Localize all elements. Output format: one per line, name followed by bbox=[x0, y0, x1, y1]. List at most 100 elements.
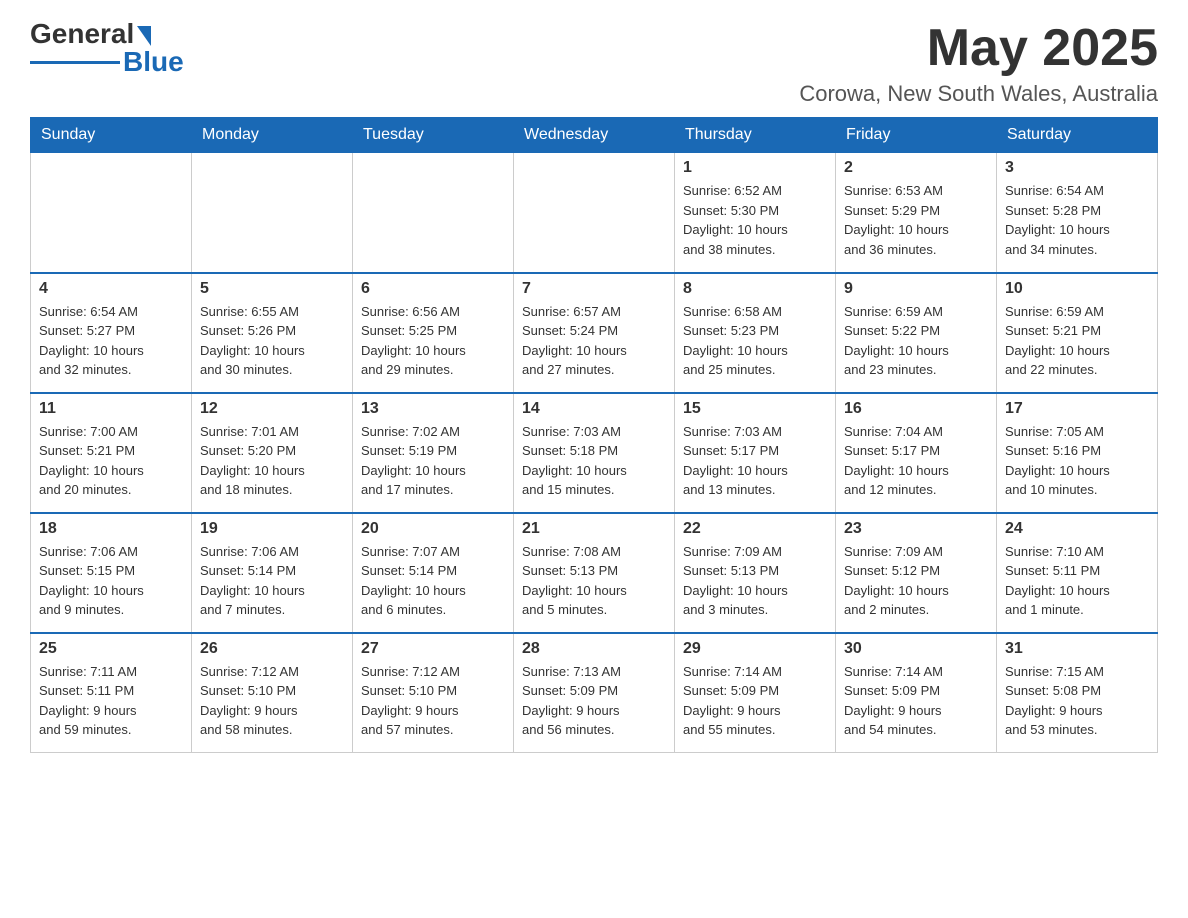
calendar-cell: 20 Sunrise: 7:07 AM Sunset: 5:14 PM Dayli… bbox=[353, 513, 514, 633]
day-number: 11 bbox=[39, 400, 183, 418]
week-row-2: 4Sunrise: 6:54 AM Sunset: 5:27 PM Daylig… bbox=[31, 273, 1158, 393]
day-number: 16 bbox=[844, 400, 988, 418]
day-info: Sunrise: 7:09 AM Sunset: 5:12 PM Dayligh… bbox=[844, 542, 988, 620]
day-info: Sunrise: 7:11 AM Sunset: 5:11 PM Dayligh… bbox=[39, 662, 183, 740]
day-info: Sunrise: 7:14 AM Sunset: 5:09 PM Dayligh… bbox=[683, 662, 827, 740]
calendar-cell bbox=[192, 153, 353, 273]
day-number: 5 bbox=[200, 280, 344, 298]
day-number: 19 bbox=[200, 520, 344, 538]
month-title: May 2025 bbox=[799, 20, 1158, 77]
day-info: Sunrise: 7:06 AM Sunset: 5:14 PM Dayligh… bbox=[200, 542, 344, 620]
day-info: Sunrise: 7:09 AM Sunset: 5:13 PM Dayligh… bbox=[683, 542, 827, 620]
calendar-header-row: SundayMondayTuesdayWednesdayThursdayFrid… bbox=[31, 118, 1158, 153]
day-info: Sunrise: 6:58 AM Sunset: 5:23 PM Dayligh… bbox=[683, 302, 827, 380]
calendar-cell: 4Sunrise: 6:54 AM Sunset: 5:27 PM Daylig… bbox=[31, 273, 192, 393]
calendar-cell: 23 Sunrise: 7:09 AM Sunset: 5:12 PM Dayli… bbox=[836, 513, 997, 633]
day-info: Sunrise: 7:13 AM Sunset: 5:09 PM Dayligh… bbox=[522, 662, 666, 740]
logo-text: General bbox=[30, 20, 151, 48]
calendar-cell: 22 Sunrise: 7:09 AM Sunset: 5:13 PM Dayli… bbox=[675, 513, 836, 633]
calendar-cell: 1 Sunrise: 6:52 AM Sunset: 5:30 PM Daylig… bbox=[675, 153, 836, 273]
day-number: 31 bbox=[1005, 640, 1149, 658]
day-number: 27 bbox=[361, 640, 505, 658]
calendar-cell: 19 Sunrise: 7:06 AM Sunset: 5:14 PM Dayli… bbox=[192, 513, 353, 633]
column-header-wednesday: Wednesday bbox=[514, 118, 675, 153]
day-number: 6 bbox=[361, 280, 505, 298]
day-number: 15 bbox=[683, 400, 827, 418]
week-row-5: 25 Sunrise: 7:11 AM Sunset: 5:11 PM Dayli… bbox=[31, 633, 1158, 753]
calendar-cell: 31 Sunrise: 7:15 AM Sunset: 5:08 PM Dayli… bbox=[997, 633, 1158, 753]
calendar-cell: 3 Sunrise: 6:54 AM Sunset: 5:28 PM Daylig… bbox=[997, 153, 1158, 273]
column-header-tuesday: Tuesday bbox=[353, 118, 514, 153]
calendar-cell: 29 Sunrise: 7:14 AM Sunset: 5:09 PM Dayli… bbox=[675, 633, 836, 753]
day-info: Sunrise: 6:59 AM Sunset: 5:22 PM Dayligh… bbox=[844, 302, 988, 380]
day-info: Sunrise: 7:03 AM Sunset: 5:17 PM Dayligh… bbox=[683, 422, 827, 500]
logo-blue: Blue bbox=[123, 46, 184, 78]
calendar-cell bbox=[31, 153, 192, 273]
calendar-cell: 27 Sunrise: 7:12 AM Sunset: 5:10 PM Dayli… bbox=[353, 633, 514, 753]
day-info: Sunrise: 6:52 AM Sunset: 5:30 PM Dayligh… bbox=[683, 181, 827, 259]
day-info: Sunrise: 7:04 AM Sunset: 5:17 PM Dayligh… bbox=[844, 422, 988, 500]
calendar-cell: 28 Sunrise: 7:13 AM Sunset: 5:09 PM Dayli… bbox=[514, 633, 675, 753]
page-header: General Blue May 2025 Corowa, New South … bbox=[30, 20, 1158, 107]
day-number: 21 bbox=[522, 520, 666, 538]
day-number: 9 bbox=[844, 280, 988, 298]
week-row-4: 18Sunrise: 7:06 AM Sunset: 5:15 PM Dayli… bbox=[31, 513, 1158, 633]
day-number: 8 bbox=[683, 280, 827, 298]
column-header-thursday: Thursday bbox=[675, 118, 836, 153]
day-number: 1 bbox=[683, 159, 827, 177]
calendar-cell: 13 Sunrise: 7:02 AM Sunset: 5:19 PM Dayli… bbox=[353, 393, 514, 513]
day-info: Sunrise: 6:54 AM Sunset: 5:28 PM Dayligh… bbox=[1005, 181, 1149, 259]
calendar-cell: 25 Sunrise: 7:11 AM Sunset: 5:11 PM Dayli… bbox=[31, 633, 192, 753]
calendar-table: SundayMondayTuesdayWednesdayThursdayFrid… bbox=[30, 117, 1158, 753]
calendar-cell: 11 Sunrise: 7:00 AM Sunset: 5:21 PM Dayli… bbox=[31, 393, 192, 513]
day-info: Sunrise: 7:07 AM Sunset: 5:14 PM Dayligh… bbox=[361, 542, 505, 620]
day-number: 20 bbox=[361, 520, 505, 538]
logo: General Blue bbox=[30, 20, 184, 78]
day-number: 13 bbox=[361, 400, 505, 418]
day-info: Sunrise: 7:05 AM Sunset: 5:16 PM Dayligh… bbox=[1005, 422, 1149, 500]
column-header-monday: Monday bbox=[192, 118, 353, 153]
location-subtitle: Corowa, New South Wales, Australia bbox=[799, 81, 1158, 107]
day-number: 14 bbox=[522, 400, 666, 418]
calendar-cell: 8 Sunrise: 6:58 AM Sunset: 5:23 PM Daylig… bbox=[675, 273, 836, 393]
calendar-cell bbox=[514, 153, 675, 273]
day-number: 12 bbox=[200, 400, 344, 418]
day-number: 23 bbox=[844, 520, 988, 538]
day-info: Sunrise: 7:02 AM Sunset: 5:19 PM Dayligh… bbox=[361, 422, 505, 500]
week-row-1: 1 Sunrise: 6:52 AM Sunset: 5:30 PM Daylig… bbox=[31, 153, 1158, 273]
calendar-cell: 2Sunrise: 6:53 AM Sunset: 5:29 PM Daylig… bbox=[836, 153, 997, 273]
day-info: Sunrise: 7:08 AM Sunset: 5:13 PM Dayligh… bbox=[522, 542, 666, 620]
calendar-cell: 5 Sunrise: 6:55 AM Sunset: 5:26 PM Daylig… bbox=[192, 273, 353, 393]
calendar-cell: 7 Sunrise: 6:57 AM Sunset: 5:24 PM Daylig… bbox=[514, 273, 675, 393]
day-number: 22 bbox=[683, 520, 827, 538]
calendar-cell: 16 Sunrise: 7:04 AM Sunset: 5:17 PM Dayli… bbox=[836, 393, 997, 513]
day-info: Sunrise: 7:12 AM Sunset: 5:10 PM Dayligh… bbox=[200, 662, 344, 740]
title-area: May 2025 Corowa, New South Wales, Austra… bbox=[799, 20, 1158, 107]
day-number: 29 bbox=[683, 640, 827, 658]
day-info: Sunrise: 7:00 AM Sunset: 5:21 PM Dayligh… bbox=[39, 422, 183, 500]
day-info: Sunrise: 7:12 AM Sunset: 5:10 PM Dayligh… bbox=[361, 662, 505, 740]
day-number: 2 bbox=[844, 159, 988, 177]
day-number: 7 bbox=[522, 280, 666, 298]
calendar-cell: 6Sunrise: 6:56 AM Sunset: 5:25 PM Daylig… bbox=[353, 273, 514, 393]
calendar-cell: 10Sunrise: 6:59 AM Sunset: 5:21 PM Dayli… bbox=[997, 273, 1158, 393]
day-info: Sunrise: 6:55 AM Sunset: 5:26 PM Dayligh… bbox=[200, 302, 344, 380]
day-number: 3 bbox=[1005, 159, 1149, 177]
day-number: 25 bbox=[39, 640, 183, 658]
day-info: Sunrise: 7:15 AM Sunset: 5:08 PM Dayligh… bbox=[1005, 662, 1149, 740]
day-info: Sunrise: 7:03 AM Sunset: 5:18 PM Dayligh… bbox=[522, 422, 666, 500]
day-info: Sunrise: 7:01 AM Sunset: 5:20 PM Dayligh… bbox=[200, 422, 344, 500]
day-info: Sunrise: 6:59 AM Sunset: 5:21 PM Dayligh… bbox=[1005, 302, 1149, 380]
calendar-cell: 17 Sunrise: 7:05 AM Sunset: 5:16 PM Dayli… bbox=[997, 393, 1158, 513]
day-info: Sunrise: 7:06 AM Sunset: 5:15 PM Dayligh… bbox=[39, 542, 183, 620]
calendar-cell: 9 Sunrise: 6:59 AM Sunset: 5:22 PM Daylig… bbox=[836, 273, 997, 393]
calendar-cell bbox=[353, 153, 514, 273]
day-number: 17 bbox=[1005, 400, 1149, 418]
day-number: 30 bbox=[844, 640, 988, 658]
column-header-saturday: Saturday bbox=[997, 118, 1158, 153]
day-number: 28 bbox=[522, 640, 666, 658]
column-header-friday: Friday bbox=[836, 118, 997, 153]
day-info: Sunrise: 6:57 AM Sunset: 5:24 PM Dayligh… bbox=[522, 302, 666, 380]
day-info: Sunrise: 7:10 AM Sunset: 5:11 PM Dayligh… bbox=[1005, 542, 1149, 620]
calendar-cell: 15 Sunrise: 7:03 AM Sunset: 5:17 PM Dayli… bbox=[675, 393, 836, 513]
